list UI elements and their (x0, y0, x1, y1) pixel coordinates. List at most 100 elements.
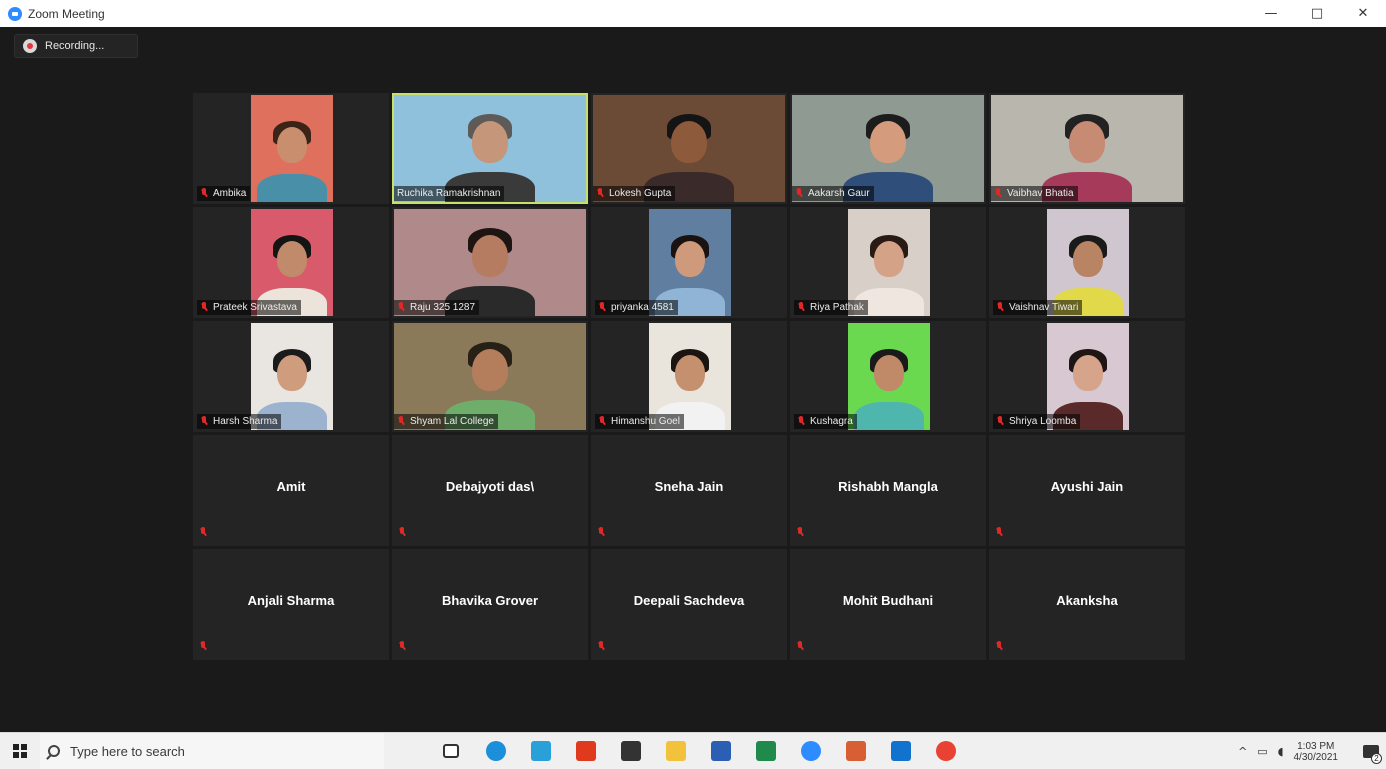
title-bar: Zoom Meeting — □ ✕ (0, 0, 1386, 27)
system-tray: ^ ▭ ◖ 1:03 PM 4/30/2021 2 (1238, 733, 1386, 769)
participant-name: Anjali Sharma (247, 593, 335, 608)
person-face (870, 120, 906, 163)
participant-audio-tile[interactable]: Rishabh Mangla (790, 435, 986, 546)
task-view-taskbar-button[interactable] (434, 733, 468, 769)
task-view-icon (443, 744, 459, 758)
volume-icon[interactable]: ◖ (1278, 745, 1284, 758)
office-taskbar-button[interactable] (569, 733, 603, 769)
participant-name-tag: Kushagra (794, 414, 857, 429)
muted-mic-icon (397, 302, 405, 313)
person-face (1069, 120, 1105, 163)
participant-name: Debajyoti das\ (445, 479, 535, 494)
maximize-button[interactable]: □ (1294, 0, 1340, 27)
participant-video-tile[interactable]: Shriya Loomba (989, 321, 1185, 432)
muted-mic-icon (398, 527, 406, 538)
participant-name: Harsh Sharma (213, 416, 278, 427)
participant-name-tag: priyanka 4581 (595, 300, 678, 315)
recording-label: Recording... (45, 40, 105, 52)
participant-name-tag: Aakarsh Gaur (792, 186, 874, 201)
participant-audio-tile[interactable]: Bhavika Grover (392, 549, 588, 660)
taskbar-clock[interactable]: 1:03 PM 4/30/2021 (1294, 741, 1339, 763)
teams-icon (531, 741, 551, 761)
participant-audio-tile[interactable]: Deepali Sachdeva (591, 549, 787, 660)
participant-video-tile[interactable]: Aakarsh Gaur (790, 93, 986, 204)
muted-mic-icon (795, 188, 803, 199)
muted-mic-icon (994, 188, 1002, 199)
participant-name: Bhavika Grover (441, 593, 539, 608)
powerpoint-taskbar-button[interactable] (839, 733, 873, 769)
participant-video-tile[interactable]: priyanka 4581 (591, 207, 787, 318)
chrome-icon (936, 741, 956, 761)
participant-video-tile[interactable]: Himanshu Goel (591, 321, 787, 432)
participant-video-tile[interactable]: Raju 325 1287 (392, 207, 588, 318)
participant-video-tile[interactable]: Vaibhav Bhatia (989, 93, 1185, 204)
participant-video-tile[interactable]: Vaishnav Tiwari (989, 207, 1185, 318)
minimize-button[interactable]: — (1248, 0, 1294, 27)
store-icon (621, 741, 641, 761)
muted-mic-icon (598, 302, 606, 313)
participant-name: Akanksha (1056, 593, 1118, 608)
mail-icon (891, 741, 911, 761)
participant-audio-tile[interactable]: Anjali Sharma (193, 549, 389, 660)
office-icon (576, 741, 596, 761)
participant-video-tile[interactable]: Prateek Srivastava (193, 207, 389, 318)
close-button[interactable]: ✕ (1340, 0, 1386, 27)
zoom-app-icon (8, 6, 22, 21)
muted-mic-icon (200, 302, 208, 313)
muted-mic-icon (200, 188, 208, 199)
participant-name: Raju 325 1287 (410, 302, 476, 313)
participant-name: Mohit Budhani (842, 593, 934, 608)
participant-video-tile[interactable]: Lokesh Gupta (591, 93, 787, 204)
participant-name: Amit (276, 479, 306, 494)
participant-video-tile[interactable]: Ambika (193, 93, 389, 204)
chrome-taskbar-button[interactable] (929, 733, 963, 769)
word-taskbar-button[interactable] (704, 733, 738, 769)
participant-audio-tile[interactable]: Mohit Budhani (790, 549, 986, 660)
taskbar-search-box[interactable]: Type here to search (40, 732, 384, 769)
network-icon[interactable]: ▭ (1257, 745, 1267, 758)
excel-icon (756, 741, 776, 761)
participant-name-tag: Harsh Sharma (197, 414, 282, 429)
word-icon (711, 741, 731, 761)
tray-chevron-icon[interactable]: ^ (1238, 745, 1247, 758)
muted-mic-icon (598, 416, 606, 427)
participant-name: priyanka 4581 (611, 302, 674, 313)
participant-name: Ayushi Jain (1050, 479, 1124, 494)
participant-name: Vaishnav Tiwari (1009, 302, 1079, 313)
participant-video-tile[interactable]: Kushagra (790, 321, 986, 432)
participant-name-tag: Lokesh Gupta (593, 186, 676, 201)
person-face (472, 120, 508, 163)
participant-audio-tile[interactable]: Ayushi Jain (989, 435, 1185, 546)
zoom-icon (801, 741, 821, 761)
participant-video-tile[interactable]: Ruchika Ramakrishnan (392, 93, 588, 204)
recording-indicator[interactable]: Recording... (14, 34, 138, 58)
participant-video-tile[interactable]: Harsh Sharma (193, 321, 389, 432)
participant-video-tile[interactable]: Shyam Lal College (392, 321, 588, 432)
start-button[interactable] (0, 733, 40, 769)
participant-audio-tile[interactable]: Akanksha (989, 549, 1185, 660)
muted-mic-icon (797, 416, 805, 427)
muted-mic-icon (995, 527, 1003, 538)
participant-audio-tile[interactable]: Debajyoti das\ (392, 435, 588, 546)
participant-video-tile[interactable]: Riya Pathak (790, 207, 986, 318)
mail-taskbar-button[interactable] (884, 733, 918, 769)
participant-name-tag: Shriya Loomba (993, 414, 1081, 429)
participant-audio-tile[interactable]: Sneha Jain (591, 435, 787, 546)
teams-taskbar-button[interactable] (524, 733, 558, 769)
participant-name: Aakarsh Gaur (808, 188, 870, 199)
file-explorer-taskbar-button[interactable] (659, 733, 693, 769)
muted-mic-icon (796, 527, 804, 538)
store-taskbar-button[interactable] (614, 733, 648, 769)
search-placeholder: Type here to search (70, 743, 185, 759)
person-face (277, 241, 307, 278)
participant-audio-tile[interactable]: Amit (193, 435, 389, 546)
muted-mic-icon (996, 416, 1004, 427)
action-center-button[interactable]: 2 (1356, 733, 1386, 769)
edge-taskbar-button[interactable] (479, 733, 513, 769)
participant-name-tag: Shyam Lal College (394, 414, 498, 429)
zoom-taskbar-button[interactable] (794, 733, 828, 769)
gallery-grid: Ambika Ruchika Ramakrishnan Lokesh Gupta Aa… (193, 93, 1185, 661)
muted-mic-icon (597, 527, 605, 538)
excel-taskbar-button[interactable] (749, 733, 783, 769)
window-title: Zoom Meeting (28, 6, 105, 21)
